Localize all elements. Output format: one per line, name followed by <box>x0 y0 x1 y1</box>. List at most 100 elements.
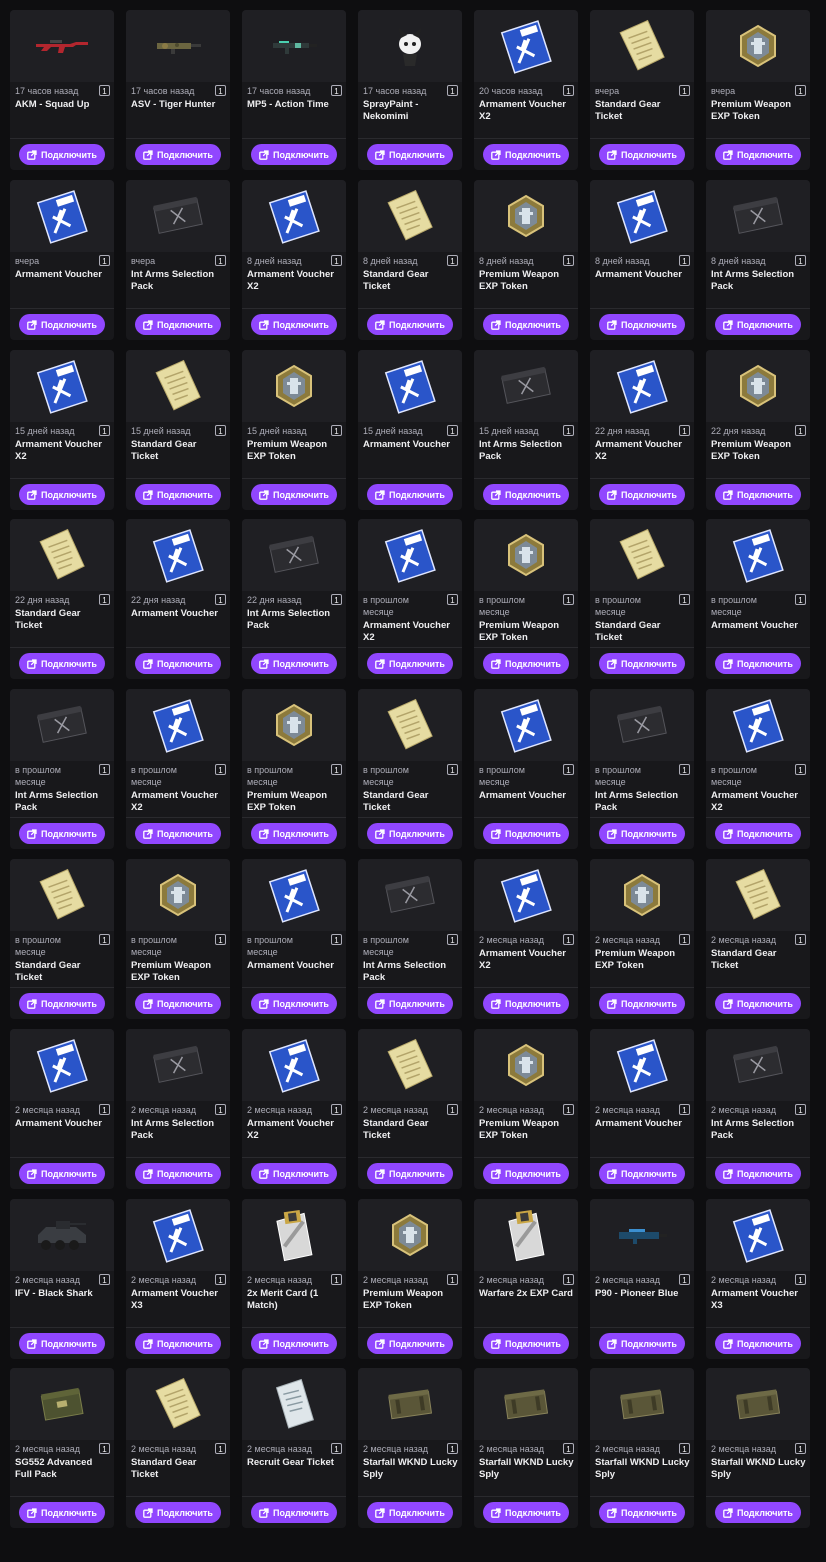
quantity-badge: 1 <box>331 85 342 96</box>
connect-button-label: Подключить <box>273 1168 329 1179</box>
p90-blue-icon <box>615 1224 669 1246</box>
connect-button[interactable]: Подключить <box>251 653 337 674</box>
drop-card: 2 месяца назад 1 Armament Voucher Подключит… <box>10 1029 114 1189</box>
connect-button[interactable]: Подключить <box>599 1502 685 1523</box>
card-divider <box>126 308 230 309</box>
connect-button[interactable]: Подключить <box>251 1502 337 1523</box>
connect-button[interactable]: Подключить <box>599 314 685 335</box>
connect-button[interactable]: Подключить <box>367 314 453 335</box>
connect-button[interactable]: Подключить <box>367 144 453 165</box>
connect-button[interactable]: Подключить <box>19 1163 105 1184</box>
quantity-badge: 1 <box>331 764 342 775</box>
card-divider <box>10 308 114 309</box>
connect-button[interactable]: Подключить <box>367 1163 453 1184</box>
connect-button[interactable]: Подключить <box>715 314 801 335</box>
connect-button[interactable]: Подключить <box>715 484 801 505</box>
connect-button[interactable]: Подключить <box>367 1502 453 1523</box>
connect-button[interactable]: Подключить <box>251 484 337 505</box>
connect-button[interactable]: Подключить <box>599 144 685 165</box>
connect-button[interactable]: Подключить <box>715 993 801 1014</box>
external-link-icon <box>259 1338 273 1349</box>
connect-button[interactable]: Подключить <box>251 823 337 844</box>
connect-button[interactable]: Подключить <box>715 1333 801 1354</box>
card-divider <box>126 478 230 479</box>
connect-button[interactable]: Подключить <box>599 1163 685 1184</box>
connect-button[interactable]: Подключить <box>483 314 569 335</box>
gear-ticket-icon <box>612 16 672 76</box>
connect-button[interactable]: Подключить <box>367 484 453 505</box>
connect-button[interactable]: Подключить <box>19 823 105 844</box>
drop-card: в прошлом месяце 1 Int Arms Selection Pack… <box>590 689 694 849</box>
connect-button[interactable]: Подключить <box>251 993 337 1014</box>
external-link-icon <box>143 319 157 330</box>
connect-button[interactable]: Подключить <box>19 144 105 165</box>
connect-button[interactable]: Подключить <box>251 314 337 335</box>
connect-button[interactable]: Подключить <box>599 484 685 505</box>
connect-button[interactable]: Подключить <box>135 484 221 505</box>
claimed-time: 2 месяца назад <box>479 1105 544 1115</box>
connect-button[interactable]: Подключить <box>19 1333 105 1354</box>
connect-button[interactable]: Подключить <box>483 1502 569 1523</box>
connect-button[interactable]: Подключить <box>135 993 221 1014</box>
quantity-badge: 1 <box>331 1274 342 1285</box>
connect-button[interactable]: Подключить <box>715 823 801 844</box>
connect-button[interactable]: Подключить <box>715 144 801 165</box>
claimed-time: 15 дней назад <box>15 426 75 436</box>
connect-button[interactable]: Подключить <box>135 1502 221 1523</box>
lucky-crate-icon <box>382 1382 438 1426</box>
connect-button[interactable]: Подключить <box>135 823 221 844</box>
connect-button[interactable]: Подключить <box>135 1333 221 1354</box>
connect-button[interactable]: Подключить <box>19 653 105 674</box>
connect-button[interactable]: Подключить <box>251 144 337 165</box>
card-divider <box>10 478 114 479</box>
connect-button[interactable]: Подключить <box>251 1163 337 1184</box>
claimed-time: 22 дня назад <box>595 426 650 436</box>
item-name: Warfare 2x EXP Card <box>479 1288 573 1299</box>
connect-button[interactable]: Подключить <box>251 1333 337 1354</box>
item-image <box>126 1368 230 1440</box>
connect-button[interactable]: Подключить <box>483 144 569 165</box>
connect-button[interactable]: Подключить <box>599 993 685 1014</box>
drop-card: 2 месяца назад 1 Recruit Gear Ticket Подклю… <box>242 1368 346 1528</box>
connect-button[interactable]: Подключить <box>483 653 569 674</box>
connect-button[interactable]: Подключить <box>715 1502 801 1523</box>
quantity-badge: 1 <box>679 1274 690 1285</box>
drop-card: 22 дня назад 1 Premium Weapon EXP Token Под… <box>706 350 810 510</box>
external-link-icon <box>27 149 41 160</box>
connect-button[interactable]: Подключить <box>483 484 569 505</box>
connect-button[interactable]: Подключить <box>599 653 685 674</box>
quantity-badge: 1 <box>215 85 226 96</box>
connect-button[interactable]: Подключить <box>135 653 221 674</box>
connect-button[interactable]: Подключить <box>135 144 221 165</box>
card-divider <box>706 478 810 479</box>
connect-button[interactable]: Подключить <box>599 823 685 844</box>
connect-button[interactable]: Подключить <box>367 1333 453 1354</box>
connect-button[interactable]: Подключить <box>19 314 105 335</box>
connect-button[interactable]: Подключить <box>135 1163 221 1184</box>
connect-button[interactable]: Подключить <box>483 823 569 844</box>
external-link-icon <box>723 149 737 160</box>
connect-button[interactable]: Подключить <box>483 1163 569 1184</box>
connect-button[interactable]: Подключить <box>367 823 453 844</box>
item-image <box>10 350 114 422</box>
claimed-time: в прошлом месяце <box>595 765 641 787</box>
claimed-time: 2 месяца назад <box>595 1444 660 1454</box>
connect-button[interactable]: Подключить <box>19 1502 105 1523</box>
connect-button[interactable]: Подключить <box>135 314 221 335</box>
external-link-icon <box>259 149 273 160</box>
drop-card: в прошлом месяце 1 Premium Weapon EXP Toke… <box>242 689 346 849</box>
connect-button[interactable]: Подключить <box>715 1163 801 1184</box>
connect-button[interactable]: Подключить <box>599 1333 685 1354</box>
connect-button-label: Подключить <box>621 1338 677 1349</box>
connect-button-label: Подключить <box>737 828 793 839</box>
drop-card: 20 часов назад 1 Armament Voucher X2 Подклю… <box>474 10 578 170</box>
gear-ticket-icon <box>380 695 440 755</box>
connect-button[interactable]: Подключить <box>483 1333 569 1354</box>
connect-button[interactable]: Подключить <box>367 653 453 674</box>
connect-button[interactable]: Подключить <box>19 484 105 505</box>
quantity-badge: 1 <box>795 1274 806 1285</box>
connect-button[interactable]: Подключить <box>483 993 569 1014</box>
connect-button[interactable]: Подключить <box>19 993 105 1014</box>
connect-button[interactable]: Подключить <box>367 993 453 1014</box>
connect-button[interactable]: Подключить <box>715 653 801 674</box>
